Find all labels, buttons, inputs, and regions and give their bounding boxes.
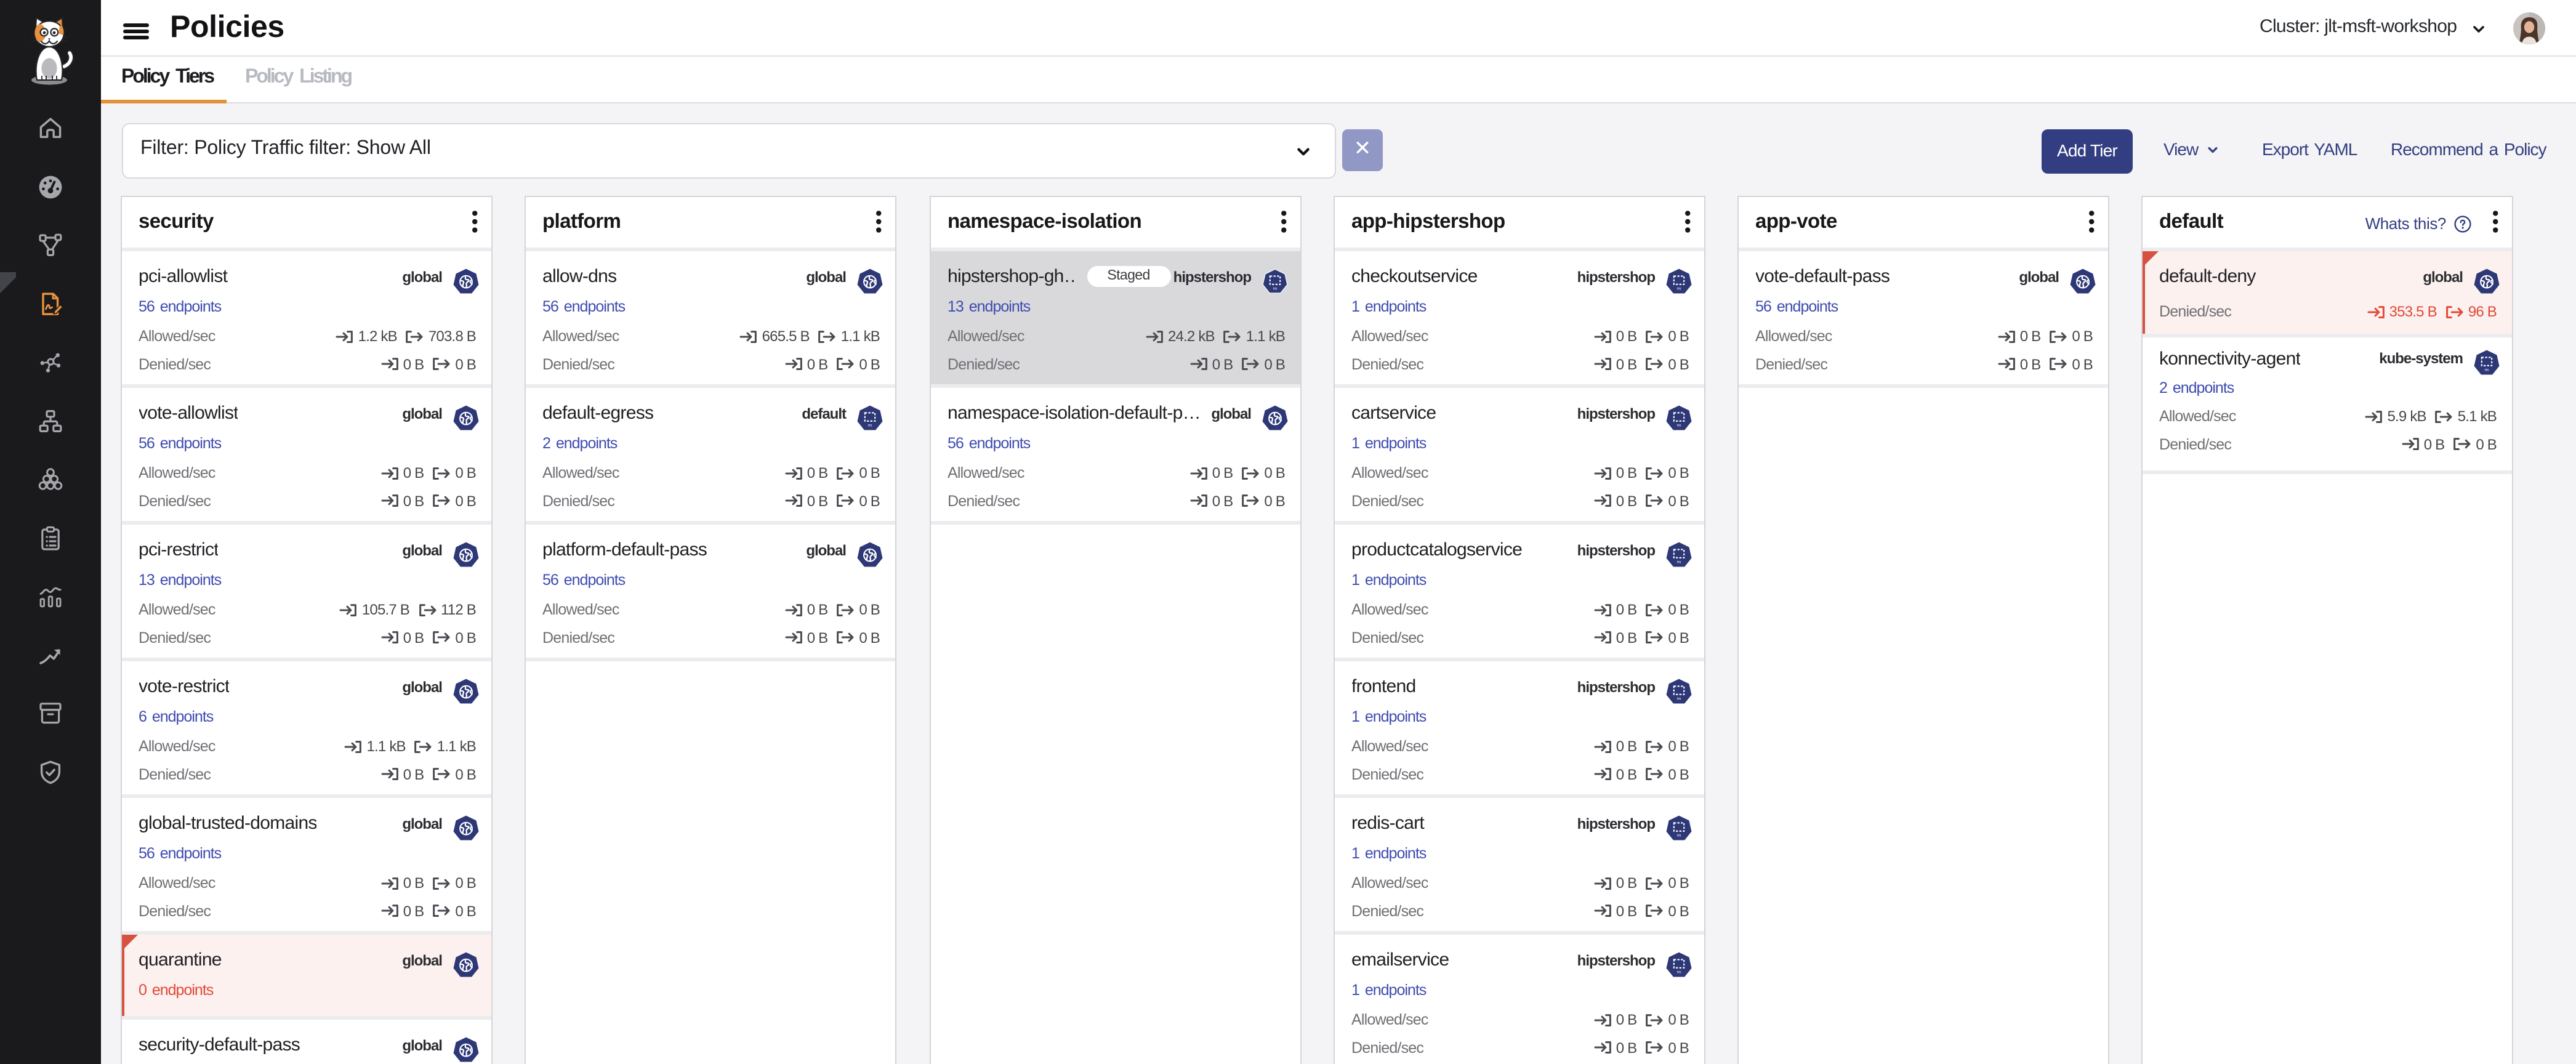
svg-text:ns: ns bbox=[2484, 368, 2489, 372]
svg-text:ns: ns bbox=[1676, 286, 1681, 290]
svg-text:ns: ns bbox=[1676, 559, 1681, 563]
svg-text:ns: ns bbox=[1676, 696, 1681, 700]
svg-text:ns: ns bbox=[867, 422, 872, 427]
svg-text:ns: ns bbox=[1676, 422, 1681, 427]
svg-text:ns: ns bbox=[1273, 286, 1278, 290]
svg-text:ns: ns bbox=[1676, 969, 1681, 973]
svg-text:ns: ns bbox=[1676, 832, 1681, 837]
